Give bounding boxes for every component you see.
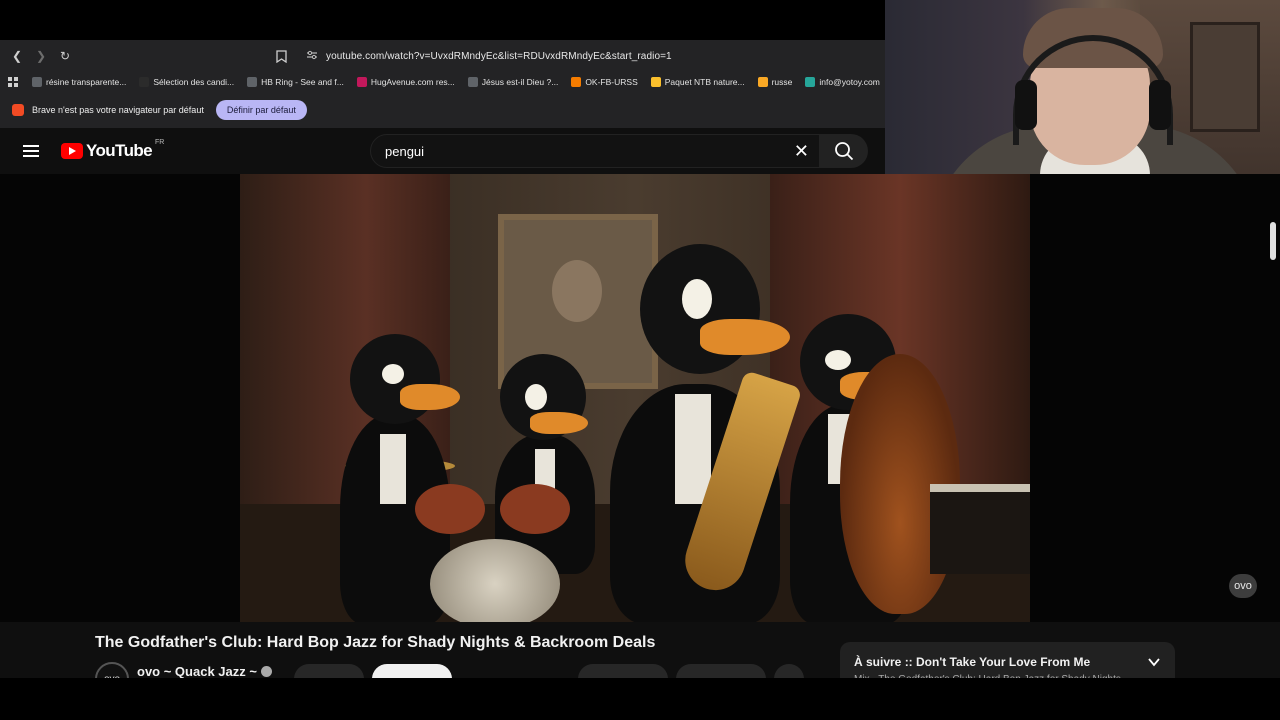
address-bar[interactable]: youtube.com/watch?v=UvxdRMndyEc&list=RDU… xyxy=(300,44,672,68)
bookmark-label: Paquet NTB nature... xyxy=(664,77,745,87)
bookmark-favicon-icon xyxy=(805,77,816,87)
browser-toolbar: ❮ ❯ ↻ youtube.com/watch?v=UvxdRMndyEc&li… xyxy=(0,40,885,72)
video-title: The Godfather's Club: Hard Bop Jazz for … xyxy=(95,634,656,651)
search-button[interactable] xyxy=(820,134,868,168)
bookmark-item[interactable]: HB Ring - See and f... xyxy=(247,77,344,87)
bookmark-item[interactable]: info@yotoy.com xyxy=(805,77,880,87)
bookmark-favicon-icon xyxy=(757,77,768,87)
screen: ❮ ❯ ↻ youtube.com/watch?v=UvxdRMndyEc&li… xyxy=(0,0,1280,720)
bookmark-label: russe xyxy=(771,77,793,87)
infobar-message: Brave n'est pas votre navigateur par déf… xyxy=(32,105,204,115)
bookmark-item[interactable]: OK-FB-URSS xyxy=(571,77,638,87)
bookmark-label: OK-FB-URSS xyxy=(585,77,638,87)
brave-lion-icon xyxy=(12,104,24,116)
bookmark-item[interactable]: résine transparente... xyxy=(32,77,126,87)
verified-icon xyxy=(260,666,272,677)
bookmark-favicon-icon xyxy=(139,77,150,87)
drum-tom-right xyxy=(500,484,570,534)
bookmark-favicon-icon xyxy=(356,77,367,87)
up-next-panel[interactable]: À suivre :: Don't Take Your Love From Me… xyxy=(840,642,1175,682)
default-browser-infobar: Brave n'est pas votre navigateur par déf… xyxy=(0,92,885,128)
reload-icon[interactable]: ↻ xyxy=(56,47,74,65)
search-input[interactable] xyxy=(371,143,771,159)
share-button[interactable] xyxy=(675,664,766,678)
youtube-play-icon xyxy=(61,143,83,159)
bookmark-favicon-icon xyxy=(650,77,661,87)
bookmark-label: HugAvenue.com res... xyxy=(370,77,455,87)
menu-icon[interactable] xyxy=(23,145,39,157)
youtube-header: YouTube FR ✕ xyxy=(0,128,885,174)
video-frame-illustration xyxy=(240,174,1030,622)
bookmark-label: résine transparente... xyxy=(46,77,127,87)
youtube-logo[interactable]: YouTube FR xyxy=(61,139,165,161)
page-scrollbar-thumb[interactable] xyxy=(1270,222,1276,260)
country-code: FR xyxy=(155,139,165,146)
channel-watermark[interactable]: ovo xyxy=(1229,574,1257,598)
apps-grid-icon[interactable] xyxy=(8,76,19,88)
bookmark-favicon-icon xyxy=(32,77,42,87)
channel-row: ovo ovo ~ Quack Jazz ~ xyxy=(95,662,815,678)
search-icon xyxy=(835,142,854,161)
bookmark-label: info@yotoy.com xyxy=(819,77,880,87)
forward-icon[interactable]: ❯ xyxy=(32,47,50,65)
channel-avatar[interactable]: ovo xyxy=(95,662,129,678)
more-actions-button[interactable] xyxy=(773,664,804,678)
up-next-title: À suivre :: Don't Take Your Love From Me xyxy=(854,655,1091,669)
site-info-icon[interactable] xyxy=(306,50,318,63)
video-player[interactable]: ovo xyxy=(0,174,1280,622)
webcam-wall-frame xyxy=(1190,22,1260,132)
subscribe-button[interactable] xyxy=(371,664,452,678)
bookmark-label: Jésus est-il Dieu ?... xyxy=(481,77,559,87)
channel-name-text: ovo ~ Quack Jazz ~ xyxy=(137,664,257,678)
bookmark-favicon-icon xyxy=(571,77,582,87)
like-dislike-button[interactable] xyxy=(577,664,668,678)
search-box: ✕ xyxy=(370,134,820,168)
headphone-left-cup xyxy=(1015,80,1037,130)
video-info: The Godfather's Club: Hard Bop Jazz for … xyxy=(0,622,1280,682)
bookmark-item[interactable]: Sélection des candi... xyxy=(139,77,234,87)
back-icon[interactable]: ❮ xyxy=(8,47,26,65)
bookmarks-bar: résine transparente... Sélection des cand… xyxy=(0,72,885,92)
youtube-wordmark: YouTube xyxy=(86,141,153,160)
piano xyxy=(930,484,1030,574)
headphone-right-cup xyxy=(1149,80,1171,130)
drum-tom-left xyxy=(415,484,485,534)
channel-name[interactable]: ovo ~ Quack Jazz ~ xyxy=(137,664,272,678)
bookmark-item[interactable]: Paquet NTB nature... xyxy=(650,77,745,87)
bookmark-item[interactable]: Jésus est-il Dieu ?... xyxy=(467,77,559,87)
bookmark-page-icon[interactable] xyxy=(274,49,288,63)
bookmark-item[interactable]: HugAvenue.com res... xyxy=(356,77,455,87)
letterbox-bottom xyxy=(0,678,1280,720)
set-default-button[interactable]: Définir par défaut xyxy=(215,100,307,120)
clear-search-icon[interactable]: ✕ xyxy=(794,142,809,160)
browser-window: ❮ ❯ ↻ youtube.com/watch?v=UvxdRMndyEc&li… xyxy=(0,40,885,128)
bookmark-item[interactable]: russe xyxy=(757,77,793,87)
bass-drum xyxy=(430,539,560,622)
bookmark-label: Sélection des candi... xyxy=(153,77,235,87)
bookmark-favicon-icon xyxy=(247,77,258,87)
bookmark-favicon-icon xyxy=(467,77,478,87)
url-text[interactable]: youtube.com/watch?v=UvxdRMndyEc&list=RDU… xyxy=(326,51,672,62)
join-button[interactable] xyxy=(293,664,364,678)
chevron-down-icon[interactable] xyxy=(1147,655,1161,669)
bookmark-label: HB Ring - See and f... xyxy=(261,77,344,87)
